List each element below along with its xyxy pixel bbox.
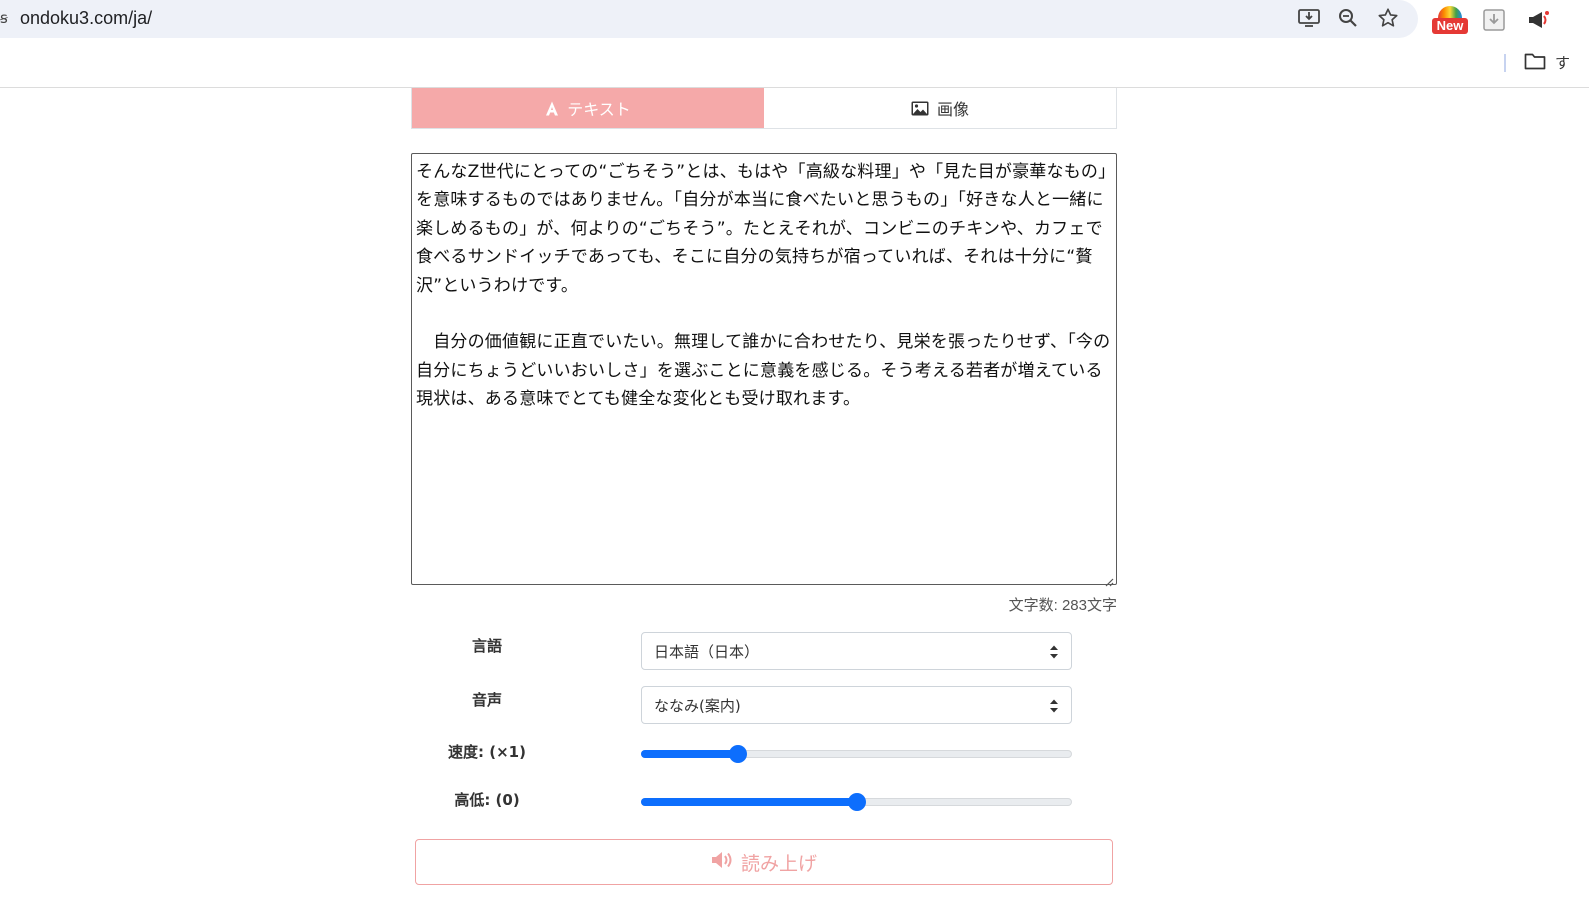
megaphone-extension-icon[interactable] — [1522, 4, 1554, 36]
tab-image[interactable]: 画像 — [764, 88, 1116, 128]
language-label: 言語 — [471, 637, 502, 655]
new-badge-label: New — [1432, 18, 1468, 34]
speed-slider-fill — [641, 750, 738, 758]
site-info-icon[interactable]: ꞩ — [0, 9, 8, 27]
bookmarks-bar: す — [0, 38, 1589, 88]
speed-slider[interactable] — [641, 744, 1072, 764]
pitch-slider[interactable] — [641, 792, 1072, 812]
speed-slider-thumb[interactable] — [728, 745, 747, 763]
url-text[interactable]: ondoku3.com/ja/ — [20, 8, 152, 29]
new-extension-icon[interactable]: New — [1432, 6, 1468, 36]
bookmarks-divider — [1504, 54, 1506, 72]
input-mode-tabs: テキスト 画像 — [411, 88, 1117, 129]
folder-icon[interactable] — [1524, 52, 1548, 74]
volume-icon — [711, 851, 733, 874]
voice-select-value: ななみ(案内) — [654, 696, 741, 715]
read-aloud-label: 読み上げ — [740, 852, 817, 875]
language-select[interactable]: 日本語（日本） — [641, 632, 1072, 670]
address-bar[interactable]: ꞩ ondoku3.com/ja/ — [0, 0, 1418, 38]
bookmark-folder-label[interactable]: す — [1555, 52, 1570, 73]
character-count-text: 文字数: 283文字 — [1008, 597, 1117, 614]
select-caret-icon — [1049, 644, 1059, 660]
tab-text[interactable]: テキスト — [412, 88, 764, 128]
speed-label: 速度: (×1) — [448, 743, 526, 761]
image-icon — [911, 101, 929, 116]
pitch-slider-fill — [641, 798, 857, 806]
text-input[interactable]: そんなZ世代にとっての“ごちそう”とは、もはや「高級な料理」や「見た目が豪華なも… — [412, 154, 1116, 584]
install-app-icon[interactable] — [1297, 6, 1321, 30]
resize-grip-icon[interactable] — [1104, 572, 1114, 587]
voice-label: 音声 — [471, 691, 502, 709]
pitch-slider-thumb[interactable] — [847, 793, 866, 811]
zoom-icon[interactable] — [1336, 6, 1360, 30]
text-input-container: そんなZ世代にとっての“ごちそう”とは、もはや「高級な料理」や「見た目が豪華なも… — [411, 153, 1117, 587]
download-extension-icon[interactable] — [1478, 4, 1510, 36]
select-caret-icon — [1049, 698, 1059, 714]
voice-select[interactable]: ななみ(案内) — [641, 686, 1072, 724]
character-count: 文字数: 283文字 — [960, 594, 1117, 615]
tab-image-label: 画像 — [936, 100, 969, 119]
tab-text-label: テキスト — [567, 100, 631, 119]
bookmark-star-icon[interactable] — [1376, 6, 1400, 30]
font-icon — [545, 101, 559, 116]
language-select-value: 日本語（日本） — [654, 642, 760, 661]
pitch-label: 高低: (0) — [454, 791, 520, 809]
read-aloud-button[interactable]: 読み上げ — [415, 839, 1113, 885]
